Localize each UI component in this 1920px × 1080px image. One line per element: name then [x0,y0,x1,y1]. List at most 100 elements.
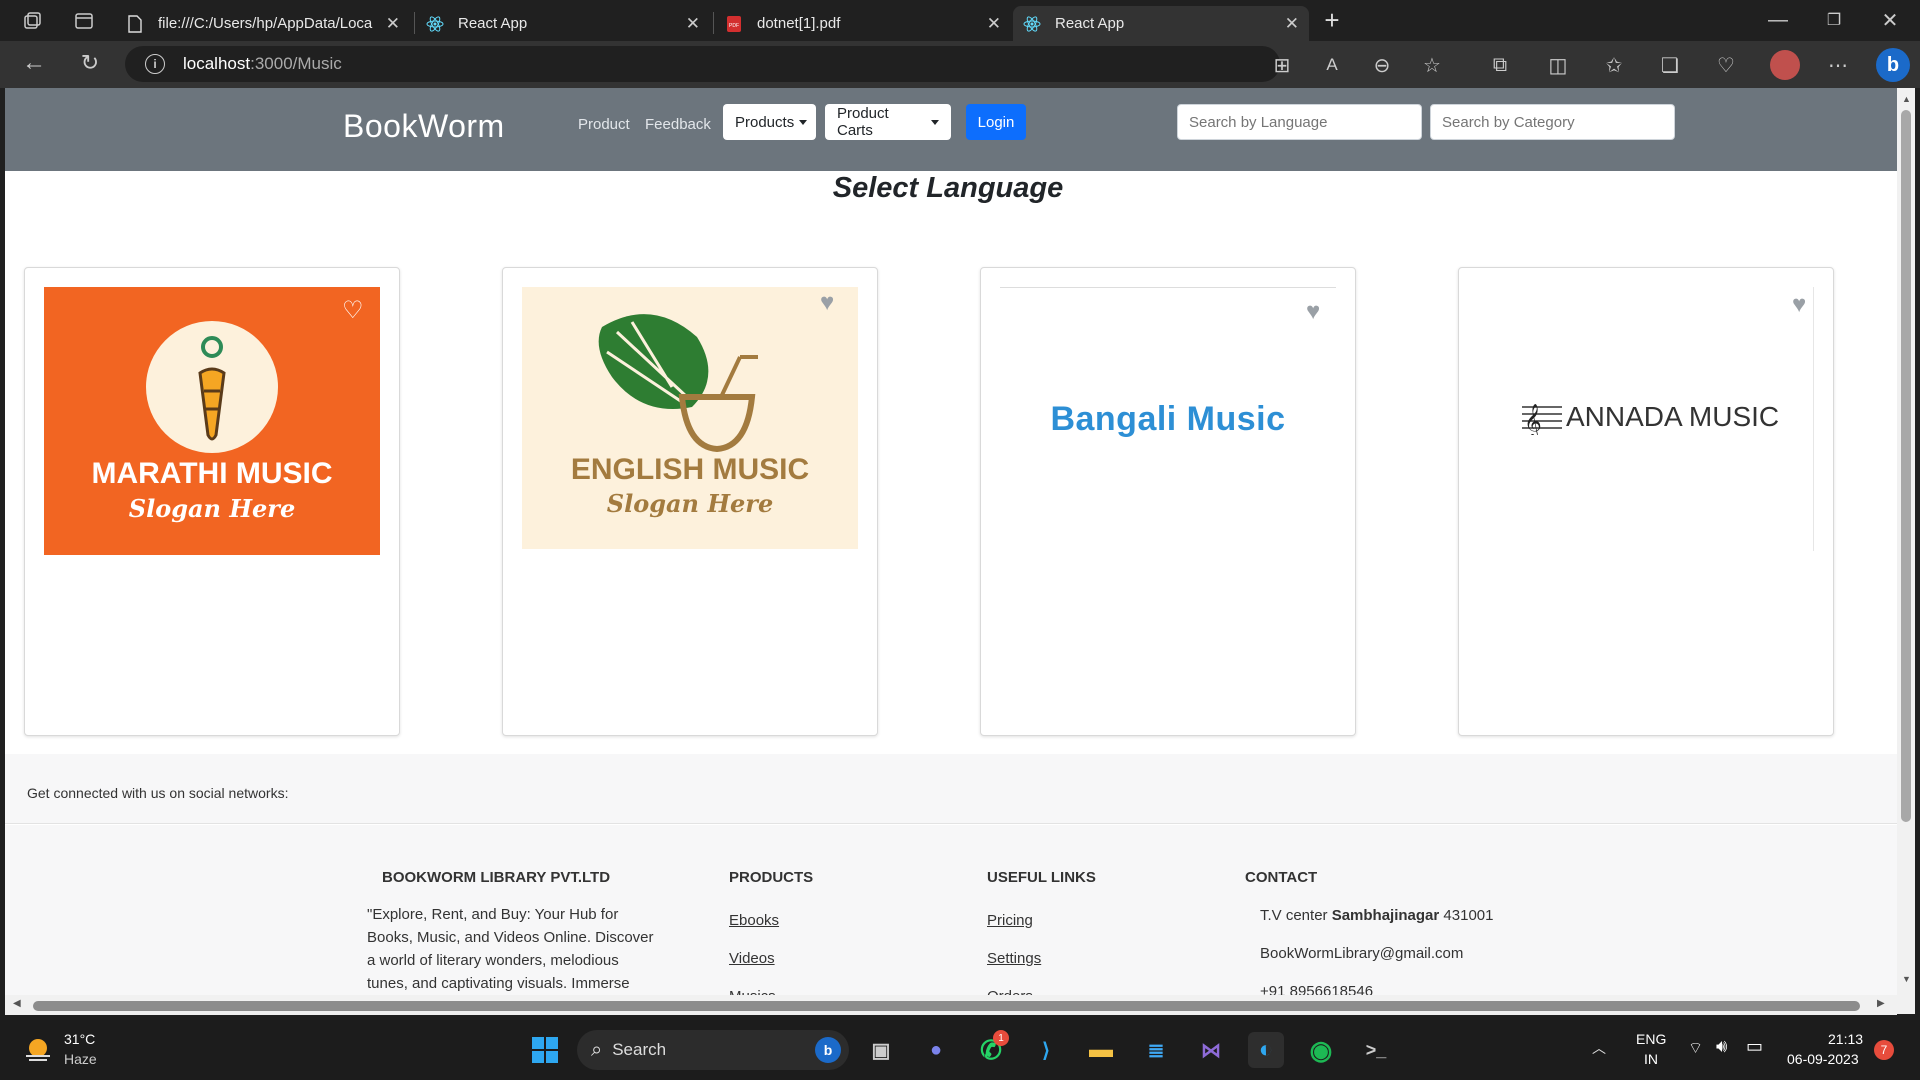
workspaces-icon[interactable] [20,9,44,33]
close-tab-icon[interactable]: ✕ [386,14,400,34]
footer-company-line: tunes, and captivating visuals. Immerse [367,975,630,992]
kannada-music-logo[interactable]: 𝄞 ANNADA MUSIC ♥ [1478,287,1814,551]
refresh-icon[interactable]: ↻ [78,50,102,75]
nav-link-feedback[interactable]: Feedback [645,116,711,133]
language-card-english[interactable]: ENGLISH MUSIC Slogan Here ♥ [502,267,878,736]
file-explorer-icon[interactable]: ▬ [1083,1032,1119,1068]
teams-chat-icon[interactable]: ● [918,1032,954,1068]
horizontal-scrollbar[interactable]: ◀ ▶ [5,995,1897,1015]
tab-react-app-active[interactable]: React App ✕ [1013,6,1309,41]
svg-text:𝄞: 𝄞 [1524,404,1542,435]
volume-icon[interactable]: 🔊︎ [1716,1036,1727,1057]
visual-studio-icon[interactable]: ⋈ [1193,1032,1229,1068]
bing-icon: b [815,1037,841,1063]
language-card-marathi[interactable]: MARATHI MUSIC Slogan Here ♡ [24,267,400,736]
scroll-up-icon[interactable]: ▲ [1902,94,1911,104]
close-window-icon[interactable]: ✕ [1878,8,1902,32]
search-category-input[interactable] [1430,104,1675,140]
close-tab-icon[interactable]: ✕ [1285,14,1299,34]
zoom-out-icon[interactable]: ⊖ [1370,53,1394,77]
footer-company-line: Books, Music, and Videos Online. Discove… [367,929,654,946]
english-music-logo[interactable]: ENGLISH MUSIC Slogan Here ♥ [522,287,858,549]
address-city: Sambhajinagar [1331,907,1440,924]
heart-icon[interactable]: ♥ [820,291,834,315]
search-icon: ⌕ [591,1038,603,1061]
heart-icon[interactable]: ♥ [1306,300,1320,324]
scroll-down-icon[interactable]: ▼ [1902,974,1911,984]
minimize-icon[interactable]: — [1766,8,1790,32]
weather-temp: 31°C [64,1031,96,1047]
search-label: Search [612,1040,667,1059]
footer-link-pricing[interactable]: Pricing [987,912,1033,929]
clock-time[interactable]: 21:13 [1828,1031,1863,1047]
heart-icon[interactable]: ♥ [1792,293,1806,317]
horizontal-scroll-thumb[interactable] [33,1001,1860,1011]
footer-email: BookWormLibrary@gmail.com [1260,945,1464,962]
favorites-icon[interactable]: ✩ [1602,53,1626,77]
heart-outline-icon[interactable]: ♡ [342,299,364,323]
login-button[interactable]: Login [966,104,1026,140]
url-bar[interactable]: i localhost:3000/Music [125,46,1280,82]
language-bottom[interactable]: IN [1644,1051,1658,1067]
app-available-icon[interactable]: ⊞ [1270,53,1294,77]
scroll-left-icon[interactable]: ◀ [13,998,21,1009]
taskbar-search[interactable]: ⌕ Search b [577,1030,849,1070]
wifi-icon[interactable]: ⌔ [1688,1038,1703,1058]
music-staff-icon: 𝄞 [1522,399,1562,440]
collections-icon[interactable]: ❏ [1658,53,1682,77]
footer-useful-heading: USEFUL LINKS [987,869,1096,886]
bangali-music-logo[interactable]: Bangali Music ♥ [1000,287,1336,555]
tab-react-app-1[interactable]: React App ✕ [416,6,710,41]
clock-date[interactable]: 06-09-2023 [1787,1051,1859,1067]
terminal-icon[interactable]: >_ [1358,1032,1394,1068]
new-tab-icon[interactable]: + [1320,5,1344,35]
tab-title: React App [1055,15,1125,32]
vertical-scroll-thumb[interactable] [1901,110,1911,822]
url-host: localhost [183,54,251,73]
footer-link-settings[interactable]: Settings [987,950,1041,967]
nav-link-product[interactable]: Product [578,116,630,133]
weather-desc: Haze [64,1051,97,1067]
marathi-music-logo[interactable]: MARATHI MUSIC Slogan Here ♡ [44,287,380,555]
tab-file[interactable]: file:///C:/Users/hp/AppData/Loca ✕ [116,6,410,41]
weather-icon[interactable] [22,1034,54,1066]
product-carts-dropdown[interactable]: Product Carts [825,104,951,140]
language-card-bangali[interactable]: Bangali Music ♥ [980,267,1356,736]
tab-pdf[interactable]: PDF dotnet[1].pdf ✕ [715,6,1011,41]
more-icon[interactable]: ⋯ [1826,53,1850,77]
favorite-star-icon[interactable]: ☆ [1420,53,1444,77]
info-icon[interactable]: i [145,54,165,74]
show-hidden-icons-icon[interactable]: ︿ [1592,1038,1606,1058]
language-top[interactable]: ENG [1636,1031,1666,1047]
browser-essentials-icon[interactable]: ♡ [1714,53,1738,77]
scroll-right-icon[interactable]: ▶ [1877,998,1885,1009]
restore-icon[interactable]: ❐ [1822,8,1846,32]
profile-avatar[interactable] [1770,50,1800,80]
back-icon[interactable]: ← [22,49,46,76]
edge-icon[interactable]: ◐ [1248,1032,1284,1068]
close-tab-icon[interactable]: ✕ [686,14,700,34]
task-view-icon[interactable]: ▣ [863,1032,899,1068]
social-section: Get connected with us on social networks… [5,754,1901,824]
copilot-icon[interactable]: b [1876,48,1910,82]
close-tab-icon[interactable]: ✕ [987,14,1001,34]
language-card-kannada[interactable]: 𝄞 ANNADA MUSIC ♥ [1458,267,1834,736]
split-screen-icon[interactable]: ◫ [1546,53,1570,77]
windows-start-icon[interactable] [527,1032,563,1068]
extensions-icon[interactable]: ⧉ [1488,53,1512,77]
footer-company-line: "Explore, Rent, and Buy: Your Hub for [367,906,619,923]
products-dropdown[interactable]: Products [723,104,816,140]
spotify-icon[interactable]: ◉ [1303,1032,1339,1068]
tab-actions-icon[interactable] [72,9,96,33]
notepad-icon[interactable]: ≣ [1138,1032,1174,1068]
battery-icon[interactable]: ▭ [1746,1036,1763,1057]
vertical-scrollbar[interactable]: ▲ ▼ [1897,88,1915,1014]
footer-link-videos[interactable]: Videos [729,950,775,967]
vscode-icon[interactable]: ⟩ [1028,1032,1064,1068]
notification-badge[interactable]: 7 [1874,1040,1894,1060]
windows-taskbar: 31°C Haze ⌕ Search b ▣ ● ✆ 1 ⟩ ▬ ≣ ⋈ ◐ ◉… [0,1020,1920,1080]
footer-link-ebooks[interactable]: Ebooks [729,912,779,929]
search-language-input[interactable] [1177,104,1422,140]
read-aloud-icon[interactable]: A [1320,53,1344,77]
brand-logo[interactable]: BookWorm [343,108,505,145]
